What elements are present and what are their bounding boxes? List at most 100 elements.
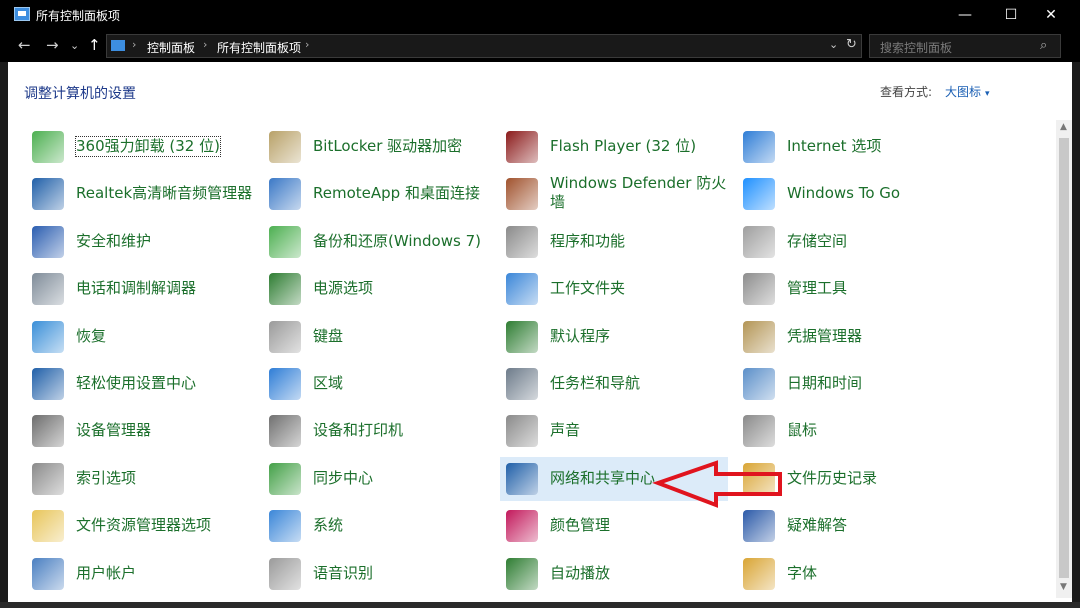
control-panel-item[interactable]: 安全和维护 xyxy=(26,220,254,264)
control-panel-item-label: 360强力卸载 (32 位) xyxy=(75,136,221,157)
control-panel-item[interactable]: 任务栏和导航 xyxy=(500,362,728,406)
control-panel-item-label: 轻松使用设置中心 xyxy=(76,374,197,392)
control-panel-item[interactable]: 电话和调制解调器 xyxy=(26,267,254,311)
scroll-up-icon[interactable]: ▲ xyxy=(1060,122,1067,132)
view-by-value[interactable]: 大图标 xyxy=(945,85,981,99)
firewall-icon xyxy=(506,178,538,210)
color-management-icon xyxy=(506,510,538,542)
search-icon[interactable]: ⌕ xyxy=(1040,38,1047,53)
address-field[interactable]: › 控制面板 › 所有控制面板项 › ⌄ ↻ xyxy=(106,34,862,58)
mouse-icon xyxy=(743,415,775,447)
control-panel-item[interactable]: 备份和还原(Windows 7) xyxy=(263,220,491,264)
recent-locations-button[interactable]: ⌄ xyxy=(70,39,79,52)
control-panel-item-label: 日期和时间 xyxy=(787,374,863,392)
file-history-icon xyxy=(743,463,775,495)
chevron-down-icon[interactable]: ⌄ xyxy=(829,38,838,51)
control-panel-item[interactable]: 颜色管理 xyxy=(500,504,728,548)
close-button[interactable]: ✕ xyxy=(1028,0,1074,30)
control-panel-item[interactable]: 轻松使用设置中心 xyxy=(26,362,254,406)
control-panel-item[interactable]: Windows Defender 防火墙 xyxy=(500,172,728,216)
printer-icon xyxy=(269,415,301,447)
minimize-button[interactable]: — xyxy=(942,0,988,30)
control-panel-item-label: 疑难解答 xyxy=(787,516,848,534)
control-panel-item-label: 键盘 xyxy=(313,327,344,345)
power-icon xyxy=(269,273,301,305)
breadcrumb-separator[interactable]: › xyxy=(203,38,207,51)
control-panel-item[interactable]: 声音 xyxy=(500,409,728,453)
ease-of-access-icon xyxy=(32,368,64,400)
control-panel-item[interactable]: 同步中心 xyxy=(263,457,491,501)
view-by-dropdown[interactable]: 大图标 ▾ xyxy=(945,83,990,100)
control-panel-item-label: Windows Defender 防火墙 xyxy=(550,174,727,211)
control-panel-item[interactable]: 键盘 xyxy=(263,315,491,359)
control-panel-item[interactable]: 鼠标 xyxy=(737,409,965,453)
control-panel-item[interactable]: 管理工具 xyxy=(737,267,965,311)
breadcrumb-separator[interactable]: › xyxy=(132,38,136,51)
control-panel-item-label: Internet 选项 xyxy=(787,137,882,155)
control-panel-item-label: 安全和维护 xyxy=(76,232,152,250)
breadcrumb-separator[interactable]: › xyxy=(305,38,309,51)
control-panel-item[interactable]: 索引选项 xyxy=(26,457,254,501)
date-time-icon xyxy=(743,368,775,400)
control-panel-item[interactable]: 网络和共享中心 xyxy=(500,457,728,501)
internet-globe-icon xyxy=(743,131,775,163)
control-panel-item-label: 颜色管理 xyxy=(550,516,611,534)
control-panel-item-label: 字体 xyxy=(787,564,818,582)
scroll-down-icon[interactable]: ▼ xyxy=(1060,582,1067,592)
control-panel-item[interactable]: 恢复 xyxy=(26,315,254,359)
back-button[interactable]: ← xyxy=(18,36,31,54)
control-panel-item[interactable]: 设备和打印机 xyxy=(263,409,491,453)
uninstall-icon xyxy=(32,131,64,163)
control-panel-item-label: 区域 xyxy=(313,374,344,392)
breadcrumb-all-items[interactable]: 所有控制面板项 xyxy=(217,39,301,56)
control-panel-item[interactable]: Flash Player (32 位) xyxy=(500,125,728,169)
control-panel-item[interactable]: 凭据管理器 xyxy=(737,315,965,359)
scrollbar-thumb[interactable] xyxy=(1059,138,1069,578)
control-panel-item[interactable]: Windows To Go xyxy=(737,172,965,216)
caret-down-icon[interactable]: ▾ xyxy=(985,89,990,99)
refresh-icon[interactable]: ↻ xyxy=(846,37,857,52)
indexing-icon xyxy=(32,463,64,495)
user-accounts-icon xyxy=(32,558,64,590)
control-panel-item[interactable]: RemoteApp 和桌面连接 xyxy=(263,172,491,216)
control-panel-item[interactable]: 自动播放 xyxy=(500,552,728,596)
search-input[interactable]: 搜索控制面板 ⌕ xyxy=(869,34,1061,58)
control-panel-item[interactable]: 360强力卸载 (32 位) xyxy=(26,125,254,169)
control-panel-item[interactable]: BitLocker 驱动器加密 xyxy=(263,125,491,169)
work-folders-icon xyxy=(506,273,538,305)
control-panel-item[interactable]: 日期和时间 xyxy=(737,362,965,406)
region-icon xyxy=(269,368,301,400)
control-panel-item-label: 设备和打印机 xyxy=(313,421,404,439)
control-panel-item[interactable]: 区域 xyxy=(263,362,491,406)
control-panel-item[interactable]: 用户帐户 xyxy=(26,552,254,596)
keyboard-icon xyxy=(269,321,301,353)
control-panel-item[interactable]: 字体 xyxy=(737,552,965,596)
control-panel-item[interactable]: 文件资源管理器选项 xyxy=(26,504,254,548)
control-panel-item[interactable]: 系统 xyxy=(263,504,491,548)
control-panel-item[interactable]: 设备管理器 xyxy=(26,409,254,453)
control-panel-icon xyxy=(14,7,30,21)
control-panel-item[interactable]: 存储空间 xyxy=(737,220,965,264)
control-panel-item-label: 恢复 xyxy=(76,327,107,345)
control-panel-item[interactable]: 工作文件夹 xyxy=(500,267,728,311)
control-panel-item-label: 索引选项 xyxy=(76,469,137,487)
page-title: 调整计算机的设置 xyxy=(24,86,136,102)
forward-button[interactable]: → xyxy=(46,36,59,54)
vertical-scrollbar[interactable]: ▲ ▼ xyxy=(1056,120,1072,598)
control-panel-item[interactable]: 文件历史记录 xyxy=(737,457,965,501)
storage-icon xyxy=(743,226,775,258)
control-panel-item[interactable]: 默认程序 xyxy=(500,315,728,359)
control-panel-item[interactable]: Realtek高清晰音频管理器 xyxy=(26,172,254,216)
control-panel-item-label: 存储空间 xyxy=(787,232,848,250)
control-panel-item-label: 自动播放 xyxy=(550,564,611,582)
breadcrumb-control-panel[interactable]: 控制面板 xyxy=(147,39,195,56)
up-button[interactable]: ↑ xyxy=(88,36,101,54)
control-panel-item[interactable]: 电源选项 xyxy=(263,267,491,311)
control-panel-item[interactable]: 程序和功能 xyxy=(500,220,728,264)
control-panel-item[interactable]: Internet 选项 xyxy=(737,125,965,169)
search-placeholder: 搜索控制面板 xyxy=(880,41,953,55)
control-panel-item-label: 网络和共享中心 xyxy=(550,469,656,487)
control-panel-item[interactable]: 语音识别 xyxy=(263,552,491,596)
control-panel-item-label: 声音 xyxy=(550,421,581,439)
control-panel-item[interactable]: 疑难解答 xyxy=(737,504,965,548)
